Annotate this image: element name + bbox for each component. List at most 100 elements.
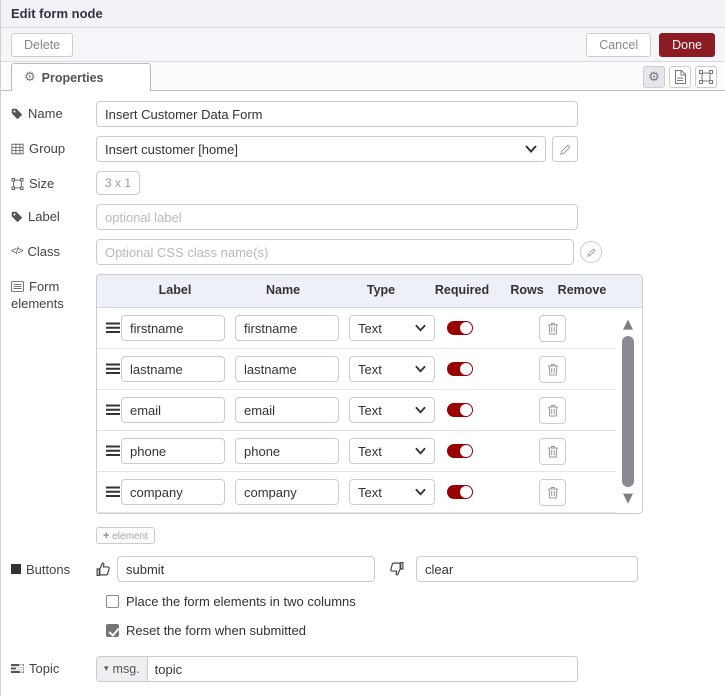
form-element-row: Text <box>97 308 616 349</box>
element-label-input[interactable] <box>121 356 225 382</box>
size-button[interactable]: 3 x 1 <box>96 171 141 195</box>
required-toggle[interactable] <box>447 485 473 499</box>
checkbox-icon <box>106 595 119 608</box>
drag-handle-icon[interactable] <box>106 363 120 375</box>
topic-type-label: msg. <box>112 662 140 676</box>
topic-row: Topic ▾ msg. <box>11 656 715 682</box>
group-row: Group Insert customer [home] <box>11 136 715 162</box>
element-label-input[interactable] <box>121 315 225 341</box>
delete-button[interactable]: Delete <box>11 32 74 57</box>
two-columns-option: Place the form elements in two columns <box>11 594 715 609</box>
appearance-icon <box>699 70 713 84</box>
reset-form-option: Reset the form when submitted <box>11 623 715 638</box>
delete-element-button[interactable] <box>539 479 566 506</box>
drag-handle-icon[interactable] <box>106 404 120 416</box>
form-element-row: Text <box>97 390 616 431</box>
class-expand-button[interactable] <box>580 241 602 263</box>
cancel-button[interactable]: Cancel <box>586 32 652 57</box>
form-elements-table-header: Label Name Type Required Rows Remove <box>97 275 642 308</box>
required-toggle[interactable] <box>447 321 473 335</box>
column-header: Required <box>434 283 490 297</box>
checkbox-icon <box>106 624 119 637</box>
edit-expand-icon <box>586 248 595 257</box>
add-element-button[interactable]: + element <box>96 527 155 544</box>
buttons-label: Buttons <box>11 562 96 577</box>
class-label: </> Class <box>11 244 60 259</box>
name-label: Name <box>11 101 96 121</box>
chevron-down-icon <box>415 406 426 414</box>
column-header: Type <box>366 283 396 297</box>
element-name-input[interactable] <box>235 356 339 382</box>
description-icon-button[interactable] <box>669 66 691 88</box>
size-label: Size <box>11 171 96 191</box>
element-name-input[interactable] <box>235 315 339 341</box>
gear-icon: ⚙ <box>648 69 660 85</box>
trash-icon <box>547 446 558 458</box>
drag-handle-icon[interactable] <box>106 322 120 334</box>
size-row: Size 3 x 1 <box>11 171 715 195</box>
element-type-select[interactable]: Text <box>349 356 435 382</box>
element-label-input[interactable] <box>121 438 225 464</box>
chevron-down-icon <box>415 365 426 373</box>
two-columns-checkbox[interactable]: Place the form elements in two columns <box>106 594 715 609</box>
element-type-select[interactable]: Text <box>349 397 435 423</box>
chevron-down-icon <box>525 145 537 153</box>
element-type-select[interactable]: Text <box>349 438 435 464</box>
done-button[interactable]: Done <box>659 32 715 57</box>
label-label: Label <box>11 204 96 224</box>
scroll-up-icon[interactable]: ▲ <box>623 318 633 331</box>
column-header: Name <box>265 283 301 297</box>
column-header: Remove <box>557 283 607 297</box>
column-header: Rows <box>510 283 544 297</box>
required-toggle[interactable] <box>447 403 473 417</box>
dialog-title: Edit form node <box>11 6 103 21</box>
code-icon: </> <box>11 246 24 257</box>
class-input[interactable] <box>96 239 574 265</box>
buttons-row: Buttons <box>11 556 715 582</box>
required-toggle[interactable] <box>447 362 473 376</box>
topic-typed-input: ▾ msg. <box>96 656 578 682</box>
square-icon <box>11 564 21 574</box>
topic-value-input[interactable] <box>147 657 577 681</box>
clear-button-input[interactable] <box>416 556 638 582</box>
scroll-down-icon[interactable]: ▼ <box>623 492 633 505</box>
editor-tabstrip: ⚙ Properties ⚙ <box>1 62 725 91</box>
delete-element-button[interactable] <box>539 315 566 342</box>
topic-type-select[interactable]: ▾ msg. <box>97 657 148 681</box>
gear-icon: ⚙ <box>24 70 36 85</box>
element-name-input[interactable] <box>235 397 339 423</box>
table-icon <box>11 143 24 154</box>
scrollbar-thumb[interactable] <box>622 336 634 487</box>
drag-handle-icon[interactable] <box>106 445 120 457</box>
dialog-titlebar: Edit form node <box>1 0 725 28</box>
appearance-icon-button[interactable] <box>695 66 717 88</box>
tab-properties[interactable]: ⚙ Properties <box>11 63 151 91</box>
dialog-actionbar: Delete Cancel Done <box>1 28 725 62</box>
document-icon <box>675 70 686 84</box>
required-toggle[interactable] <box>447 444 473 458</box>
table-scrollbar[interactable]: ▲ ▼ <box>619 318 637 505</box>
group-select[interactable]: Insert customer [home] <box>96 136 546 162</box>
tag-icon <box>11 108 23 119</box>
element-name-input[interactable] <box>235 438 339 464</box>
element-type-select[interactable]: Text <box>349 479 435 505</box>
plus-icon: + <box>103 529 110 542</box>
chevron-down-icon <box>415 488 426 496</box>
column-header: Label <box>158 283 192 297</box>
submit-button-input[interactable] <box>117 556 375 582</box>
delete-element-button[interactable] <box>539 397 566 424</box>
element-label-input[interactable] <box>121 479 225 505</box>
delete-element-button[interactable] <box>539 438 566 465</box>
chevron-down-icon <box>415 447 426 455</box>
element-type-select[interactable]: Text <box>349 315 435 341</box>
element-name-input[interactable] <box>235 479 339 505</box>
reset-form-checkbox[interactable]: Reset the form when submitted <box>106 623 715 638</box>
label-input[interactable] <box>96 204 578 230</box>
element-label-input[interactable] <box>121 397 225 423</box>
delete-element-button[interactable] <box>539 356 566 383</box>
edit-group-button[interactable] <box>552 136 578 162</box>
name-input[interactable] <box>96 101 578 127</box>
tasks-icon <box>11 664 24 673</box>
properties-icon-button[interactable]: ⚙ <box>643 66 665 88</box>
drag-handle-icon[interactable] <box>106 486 120 498</box>
